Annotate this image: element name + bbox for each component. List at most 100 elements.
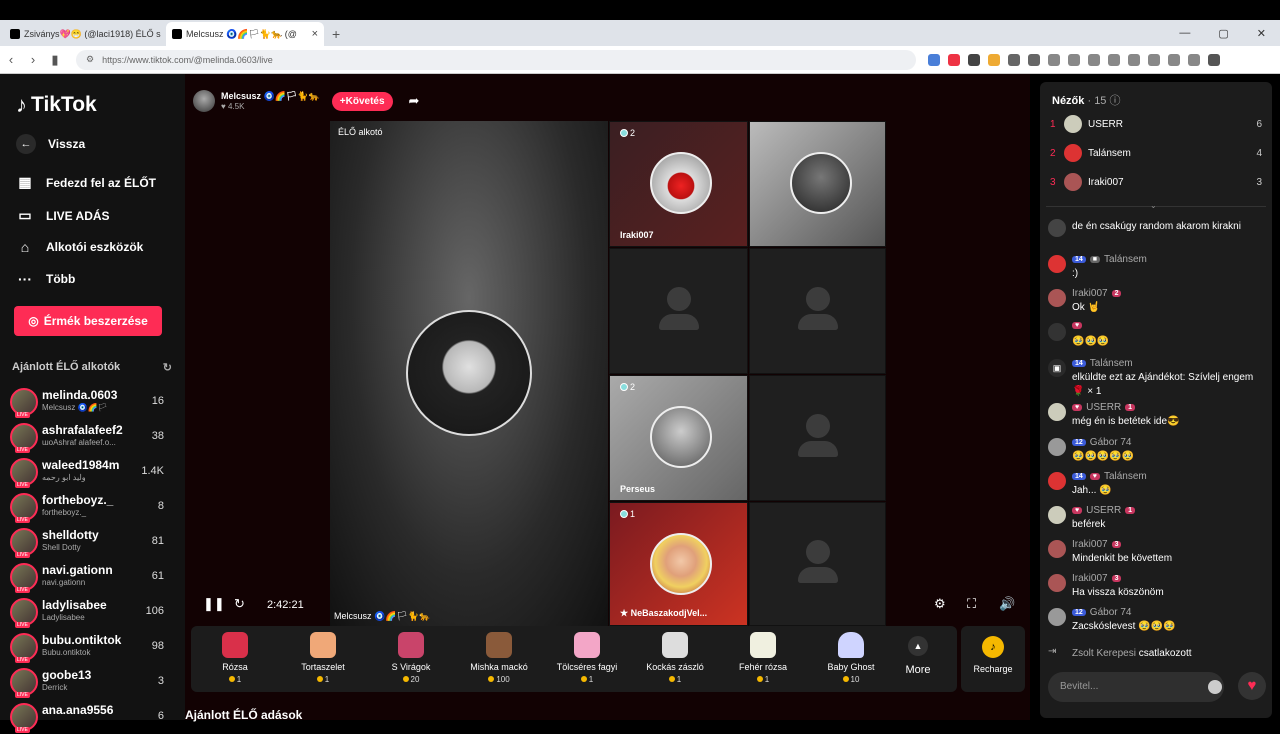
close-window-icon[interactable]: ✕ bbox=[1257, 27, 1266, 40]
suggested-creator[interactable]: LIVE goobe13 Derrick 3 bbox=[10, 665, 170, 699]
suggested-creator[interactable]: LIVE fortheboyz._ fortheboyz._ 8 bbox=[10, 490, 170, 524]
chat-username[interactable]: USERR bbox=[1086, 402, 1121, 413]
nav-explore-live[interactable]: ▦ Fedezd fel az ÉLŐT bbox=[16, 174, 156, 191]
empty-guest-slot[interactable] bbox=[749, 375, 886, 501]
chat-username[interactable]: Gábor 74 bbox=[1090, 607, 1132, 618]
fullscreen-icon[interactable]: ⛶ bbox=[967, 596, 976, 612]
extension-icon[interactable] bbox=[1148, 53, 1160, 66]
nav-creator-tools[interactable]: ⌂ Alkotói eszközök bbox=[16, 239, 144, 255]
gift-item[interactable]: Tortaszelet 1 bbox=[279, 626, 367, 692]
guest-slot[interactable]: 2 Perseus bbox=[609, 375, 748, 501]
site-info-icon[interactable]: ⚙ bbox=[86, 54, 94, 65]
suggested-creator[interactable]: LIVE waleed1984m وليد ابو رحمه 1.4K bbox=[10, 455, 170, 489]
gift-item[interactable]: Mishka mackó 100 bbox=[455, 626, 543, 692]
gift-item[interactable]: Baby Ghost 10 bbox=[807, 626, 895, 692]
chat-username[interactable]: Talánsem bbox=[1104, 471, 1147, 482]
new-tab-button[interactable]: + bbox=[332, 22, 340, 46]
guest-avatar bbox=[790, 152, 852, 214]
top-viewer[interactable]: 2 Talánsem 4 bbox=[1050, 141, 1262, 165]
extension-icon[interactable] bbox=[988, 53, 1000, 66]
empty-guest-slot[interactable] bbox=[609, 248, 748, 374]
chevron-down-icon[interactable]: ⌄ bbox=[1150, 201, 1157, 210]
suggested-creator[interactable]: LIVE ashrafalafeef2 ɯoAshraf alafeef.o... 3… bbox=[10, 420, 170, 454]
gift-bar: Rózsa 1 Tortaszelet 1 S Virágok 20 Mishka m… bbox=[191, 626, 957, 692]
pause-icon[interactable]: ❚❚ bbox=[203, 596, 225, 612]
host-video[interactable]: ÉLŐ alkotó bbox=[330, 121, 608, 626]
level-badge: 1 bbox=[1125, 404, 1136, 411]
screen-top-strip bbox=[0, 0, 1280, 20]
settings-icon[interactable]: ⚙ bbox=[934, 596, 946, 612]
extension-icon[interactable] bbox=[1048, 53, 1060, 66]
chat-username[interactable]: Talánsem bbox=[1104, 254, 1147, 265]
empty-guest-slot[interactable] bbox=[749, 248, 886, 374]
minimize-icon[interactable]: — bbox=[1179, 27, 1190, 39]
top-viewer[interactable]: 1 USERR 6 bbox=[1050, 112, 1262, 136]
guest-slot[interactable]: 2 Iraki007 bbox=[609, 121, 748, 247]
get-coins-button[interactable]: ◎ Érmék beszerzése bbox=[14, 306, 162, 336]
suggested-creator[interactable]: LIVE ana.ana9556 6 bbox=[10, 700, 170, 734]
chat-input[interactable]: Bevitel... bbox=[1048, 672, 1224, 702]
extension-icon[interactable] bbox=[1168, 53, 1180, 66]
info-icon[interactable]: ⓘ bbox=[1110, 95, 1121, 107]
extension-icon[interactable] bbox=[1028, 53, 1040, 66]
refresh-icon[interactable]: ↻ bbox=[163, 361, 172, 374]
volume-icon[interactable]: 🔊 bbox=[999, 596, 1015, 612]
extension-icon[interactable] bbox=[1088, 53, 1100, 66]
host-name[interactable]: Melcsusz 🧿🌈🏳🐈🐆 bbox=[221, 91, 320, 102]
diamond-icon bbox=[620, 129, 628, 137]
avatar: LIVE bbox=[10, 633, 38, 663]
emoji-icon[interactable] bbox=[1208, 680, 1222, 694]
viewers-header[interactable]: Nézők · 15 ⓘ bbox=[1052, 92, 1121, 108]
nav-more[interactable]: ··· Több bbox=[16, 271, 75, 287]
forward-icon[interactable]: › bbox=[22, 52, 44, 67]
gift-item[interactable]: S Virágok 20 bbox=[367, 626, 455, 692]
maximize-icon[interactable]: ▢ bbox=[1218, 27, 1228, 40]
level-badge: 12 bbox=[1072, 439, 1086, 446]
extension-icon[interactable] bbox=[1128, 53, 1140, 66]
gift-item[interactable]: Fehér rózsa 1 bbox=[719, 626, 807, 692]
extension-icon[interactable] bbox=[928, 53, 940, 66]
tab-close-icon[interactable]: × bbox=[312, 28, 318, 40]
url-field[interactable]: ⚙ https://www.tiktok.com/@melinda.0603/li… bbox=[76, 49, 916, 70]
chat-username[interactable]: Iraki007 bbox=[1072, 288, 1108, 299]
host-likes: ♥ 4.5K bbox=[221, 102, 245, 111]
chat-username[interactable]: Talánsem bbox=[1090, 358, 1133, 369]
suggested-creator[interactable]: LIVE melinda.0603 Melcsusz 🧿🌈🏳 16 bbox=[10, 385, 170, 419]
gift-item[interactable]: Tölcséres fagyi 1 bbox=[543, 626, 631, 692]
suggested-creator[interactable]: LIVE bubu.ontiktok Bubu.ontiktok 98 bbox=[10, 630, 170, 664]
extension-icon[interactable] bbox=[1068, 53, 1080, 66]
nav-live-studio[interactable]: ▭ LIVE ADÁS bbox=[16, 207, 109, 224]
menu-icon[interactable] bbox=[1208, 53, 1220, 66]
chat-username[interactable]: Iraki007 bbox=[1072, 539, 1108, 550]
top-viewer[interactable]: 3 Iraki007 3 bbox=[1050, 170, 1262, 194]
nav-back[interactable]: ← Vissza bbox=[16, 134, 85, 154]
chat-username[interactable]: Zsolt Kerepesi bbox=[1072, 648, 1136, 659]
extension-icon[interactable] bbox=[1188, 53, 1200, 66]
extension-icon[interactable] bbox=[1108, 53, 1120, 66]
browser-tab-1[interactable]: Zsiványs💖😁 (@laci1918) ÉLŐ s× bbox=[4, 22, 162, 46]
chat-username[interactable]: Iraki007 bbox=[1072, 573, 1108, 584]
back-icon[interactable]: ‹ bbox=[0, 52, 22, 67]
extension-icon[interactable] bbox=[1008, 53, 1020, 66]
bookmark-icon[interactable]: ▮ bbox=[44, 52, 66, 68]
chat-username[interactable]: Gábor 74 bbox=[1090, 437, 1132, 448]
share-icon[interactable]: ➦ bbox=[409, 93, 420, 109]
suggested-creator[interactable]: LIVE navi.gationn navi.gationn 61 bbox=[10, 560, 170, 594]
gift-item[interactable]: Rózsa 1 bbox=[191, 626, 279, 692]
recharge-button[interactable]: ♪ Recharge bbox=[961, 626, 1025, 692]
suggested-creator[interactable]: LIVE ladylisabee Ladylisabee 106 bbox=[10, 595, 170, 629]
host-avatar[interactable] bbox=[193, 90, 215, 112]
follow-button[interactable]: +Követés bbox=[331, 91, 393, 111]
browser-tab-2[interactable]: Melcsusz 🧿🌈🏳🐈🐆 (@ × bbox=[166, 22, 324, 46]
gift-item[interactable]: Kockás zászló 1 bbox=[631, 626, 719, 692]
suggested-creator[interactable]: LIVE shelldotty Shell Dotty 81 bbox=[10, 525, 170, 559]
extension-icon[interactable] bbox=[968, 53, 980, 66]
refresh-icon[interactable]: ↻ bbox=[234, 596, 245, 612]
tiktok-logo[interactable]: ♪ TikTok bbox=[16, 92, 97, 118]
more-gifts-button[interactable]: ▲ More bbox=[895, 626, 941, 692]
guest-slot[interactable] bbox=[749, 121, 886, 247]
avatar bbox=[1048, 289, 1066, 307]
extension-icon[interactable] bbox=[948, 53, 960, 66]
like-heart-button[interactable]: ♥ bbox=[1238, 672, 1266, 700]
chat-username[interactable]: USERR bbox=[1086, 505, 1121, 516]
